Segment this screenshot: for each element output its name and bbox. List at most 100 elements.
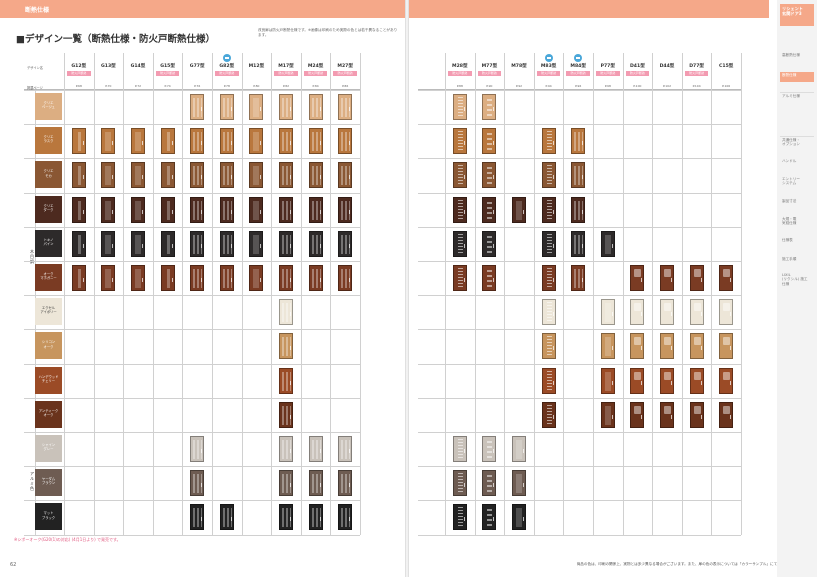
door-image[interactable] — [482, 436, 497, 462]
door-image[interactable] — [279, 230, 293, 257]
door-image[interactable] — [101, 230, 116, 257]
door-image[interactable] — [160, 196, 175, 223]
door-image[interactable] — [482, 162, 497, 189]
door-image[interactable] — [249, 230, 264, 257]
door-image[interactable] — [630, 401, 645, 428]
door-image[interactable] — [131, 162, 145, 189]
door-image[interactable] — [190, 128, 205, 155]
door-image[interactable] — [719, 401, 734, 428]
door-image[interactable] — [308, 196, 323, 223]
door-image[interactable] — [279, 265, 293, 291]
door-image[interactable] — [541, 333, 556, 360]
door-image[interactable] — [571, 265, 586, 291]
door-image[interactable] — [279, 333, 293, 360]
door-image[interactable] — [131, 230, 145, 257]
door-image[interactable] — [482, 265, 497, 291]
door-image[interactable] — [338, 196, 353, 223]
sidebar-item[interactable]: 断熱仕様 — [780, 72, 814, 82]
door-image[interactable] — [279, 162, 293, 189]
door-image[interactable] — [689, 401, 704, 428]
door-image[interactable] — [512, 196, 526, 223]
door-image[interactable] — [571, 196, 586, 223]
door-image[interactable] — [190, 196, 205, 223]
door-image[interactable] — [482, 128, 497, 155]
sidebar-item[interactable]: 高断熱仕様 — [780, 52, 814, 58]
door-image[interactable] — [689, 333, 704, 360]
door-image[interactable] — [571, 230, 586, 257]
sidebar-item[interactable]: アルミ仕様 — [780, 92, 814, 99]
door-image[interactable] — [160, 128, 175, 155]
sidebar-item[interactable]: 大規・電 気錠仕様 — [780, 216, 814, 227]
sidebar-item[interactable]: ハンドル — [780, 158, 814, 164]
door-image[interactable] — [219, 94, 234, 120]
door-image[interactable] — [541, 196, 556, 223]
door-image[interactable] — [219, 230, 234, 257]
door-image[interactable] — [689, 265, 704, 291]
door-image[interactable] — [308, 265, 323, 291]
door-image[interactable] — [660, 265, 674, 291]
door-image[interactable] — [630, 333, 645, 360]
door-image[interactable] — [452, 94, 467, 120]
door-image[interactable] — [600, 230, 615, 257]
door-image[interactable] — [101, 265, 116, 291]
door-image[interactable] — [131, 196, 145, 223]
door-image[interactable] — [190, 162, 205, 189]
door-image[interactable] — [512, 504, 526, 531]
door-image[interactable] — [719, 367, 734, 394]
door-image[interactable] — [249, 128, 264, 155]
door-image[interactable] — [249, 162, 264, 189]
door-image[interactable] — [660, 401, 674, 428]
door-image[interactable] — [571, 162, 586, 189]
door-image[interactable] — [71, 162, 86, 189]
door-image[interactable] — [338, 504, 353, 531]
door-image[interactable] — [71, 265, 86, 291]
door-image[interactable] — [660, 333, 674, 360]
door-image[interactable] — [131, 128, 145, 155]
door-image[interactable] — [512, 470, 526, 497]
door-image[interactable] — [190, 265, 205, 291]
door-image[interactable] — [249, 94, 264, 120]
door-image[interactable] — [279, 196, 293, 223]
door-image[interactable] — [219, 504, 234, 531]
door-image[interactable] — [101, 196, 116, 223]
door-image[interactable] — [160, 162, 175, 189]
door-image[interactable] — [719, 299, 734, 326]
door-image[interactable] — [452, 504, 467, 531]
door-image[interactable] — [541, 128, 556, 155]
door-image[interactable] — [190, 436, 205, 462]
door-image[interactable] — [308, 128, 323, 155]
door-image[interactable] — [452, 470, 467, 497]
door-image[interactable] — [541, 401, 556, 428]
door-image[interactable] — [219, 196, 234, 223]
door-image[interactable] — [219, 128, 234, 155]
door-image[interactable] — [71, 196, 86, 223]
door-image[interactable] — [71, 128, 86, 155]
door-image[interactable] — [482, 230, 497, 257]
door-image[interactable] — [630, 367, 645, 394]
door-image[interactable] — [308, 230, 323, 257]
door-image[interactable] — [131, 265, 145, 291]
sidebar-item[interactable]: LIXIL (リクシル) 施工 仕様 — [780, 272, 814, 287]
door-image[interactable] — [279, 401, 293, 428]
door-image[interactable] — [482, 504, 497, 531]
door-image[interactable] — [482, 94, 497, 120]
door-image[interactable] — [452, 230, 467, 257]
door-image[interactable] — [279, 436, 293, 462]
door-image[interactable] — [512, 436, 526, 462]
door-image[interactable] — [719, 265, 734, 291]
door-image[interactable] — [541, 230, 556, 257]
door-image[interactable] — [689, 367, 704, 394]
door-image[interactable] — [541, 162, 556, 189]
door-image[interactable] — [630, 299, 645, 326]
door-image[interactable] — [190, 230, 205, 257]
door-image[interactable] — [279, 94, 293, 120]
door-image[interactable] — [249, 196, 264, 223]
door-image[interactable] — [308, 94, 323, 120]
door-image[interactable] — [541, 265, 556, 291]
door-image[interactable] — [600, 299, 615, 326]
door-image[interactable] — [338, 265, 353, 291]
door-image[interactable] — [308, 436, 323, 462]
door-image[interactable] — [452, 265, 467, 291]
door-image[interactable] — [249, 265, 264, 291]
door-image[interactable] — [338, 162, 353, 189]
